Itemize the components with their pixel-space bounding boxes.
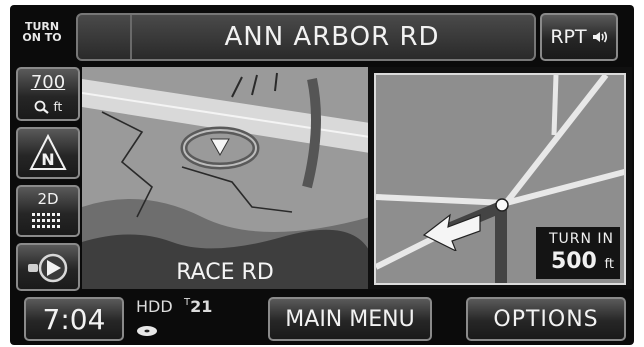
turn-preview-panel: TURN IN 500 ft [368,67,632,289]
view-mode-button[interactable]: 2D [16,185,80,237]
current-street-label: RACE RD [176,260,274,285]
turn-distance-box: TURN IN 500 ft [536,227,620,279]
speaker-icon [592,31,607,43]
map-graphics [82,72,370,289]
north-up-icon: N [29,133,67,170]
vehicle-position-icon [180,126,260,170]
current-position-button[interactable] [16,243,80,291]
next-street-bar: ANN ARBOR RD [76,13,536,61]
media-source-label: HDD [136,297,173,316]
view-mode-label: 2D [37,190,59,208]
zoom-value: 700 [30,72,66,93]
track-number: 21 [190,297,213,316]
turn-label-line2: ON TO [22,31,62,44]
turn-distance-unit: ft [604,257,614,272]
turn-distance: 500 ft [536,249,614,274]
zoom-scale-button[interactable]: 700 ft [16,67,80,121]
navigation-screen: TURN ON TO ANN ARBOR RD RPT 700 ft N 2D … [10,5,634,345]
media-source-status: HDD T21 [132,297,242,341]
zoom-unit: ft [53,99,63,114]
grid-icon [32,213,60,228]
turn-preview-map: TURN IN 500 ft [374,73,626,285]
track-indicator: T21 [184,297,212,316]
options-button[interactable]: OPTIONS [466,297,626,341]
repeat-guidance-button[interactable]: RPT [540,13,618,61]
navigation-map[interactable]: RACE RD [82,67,370,289]
main-menu-button[interactable]: MAIN MENU [268,297,432,341]
magnifier-icon [34,100,49,114]
turn-distance-value: 500 [550,249,597,274]
turn-in-label: TURN IN [548,231,614,247]
next-street-name: ANN ARBOR RD [224,22,440,52]
clock-button[interactable]: 7:04 [24,297,124,341]
disc-icon [137,326,157,336]
zoom-unit-row: ft [18,100,78,115]
street-bar-segment [78,15,132,59]
map-orientation-button[interactable]: N [16,127,80,179]
north-letter: N [41,150,54,169]
turn-on-to-label: TURN ON TO [14,21,70,43]
repeat-label: RPT [550,26,587,48]
turn-arrow-icon [422,213,481,251]
current-position-icon [28,253,68,283]
